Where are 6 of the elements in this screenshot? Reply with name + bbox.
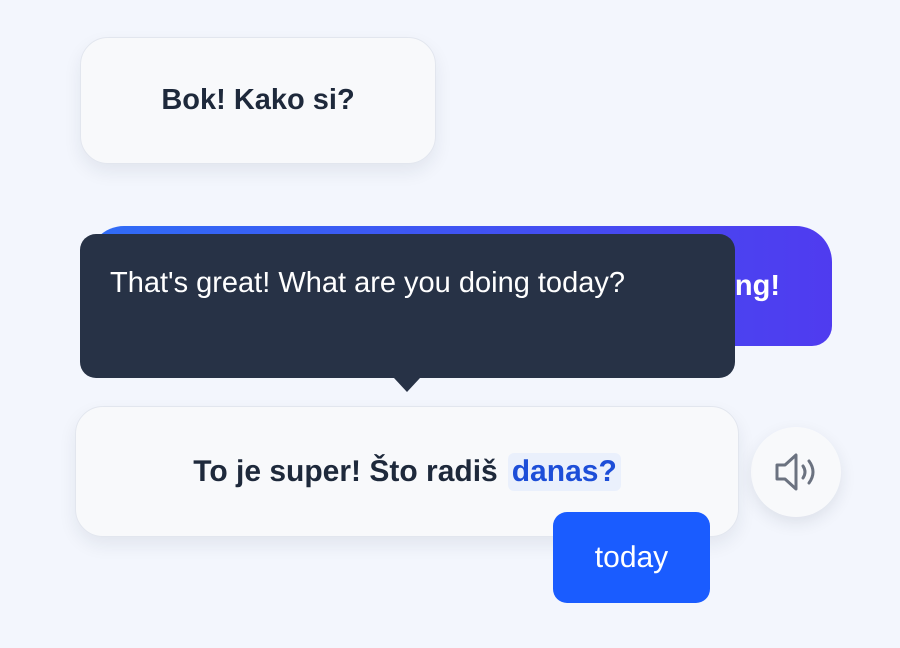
message-text: ng!: [734, 270, 780, 302]
tooltip-text: That's great! What are you doing today?: [110, 266, 626, 301]
highlighted-word[interactable]: danas?: [508, 452, 621, 490]
word-translation-popup: today: [553, 512, 710, 603]
message-text: To je super! Što radiš: [193, 454, 498, 488]
message-text: Bok! Kako si?: [161, 84, 355, 117]
